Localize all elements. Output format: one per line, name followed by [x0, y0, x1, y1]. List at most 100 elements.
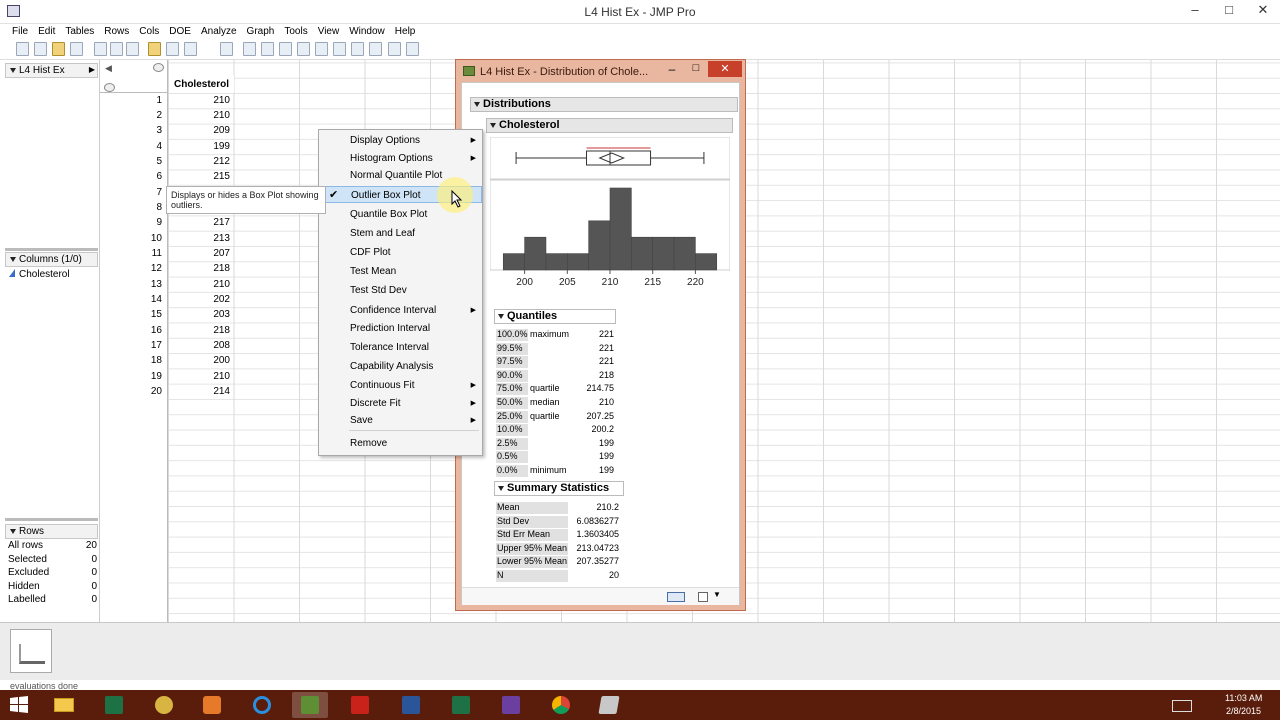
- maximize-button[interactable]: □: [1212, 0, 1246, 22]
- paste-icon[interactable]: [126, 42, 139, 56]
- row-number[interactable]: 12: [151, 263, 162, 274]
- clock-time[interactable]: 11:03 AM: [1225, 693, 1262, 703]
- row-number[interactable]: 7: [156, 187, 162, 198]
- data-cell[interactable]: 218: [213, 263, 230, 274]
- journal-icon[interactable]: [148, 42, 161, 56]
- table-menu-arrow-icon[interactable]: ▶: [89, 65, 95, 74]
- data-cell[interactable]: 210: [213, 95, 230, 106]
- word-icon[interactable]: [393, 692, 429, 718]
- row-number[interactable]: 8: [156, 202, 162, 213]
- menu-item-cdf-plot[interactable]: CDF Plot: [319, 244, 482, 261]
- menu-item-test-mean[interactable]: Test Mean: [319, 263, 482, 280]
- app-icon[interactable]: [591, 692, 627, 718]
- disclosure-icon[interactable]: [10, 67, 16, 73]
- row-number[interactable]: 17: [151, 340, 162, 351]
- dropdown-arrow-icon[interactable]: ▼: [713, 590, 721, 599]
- collapse-left-icon[interactable]: ◀: [105, 63, 112, 74]
- menu-edit[interactable]: Edit: [33, 24, 60, 37]
- row-number[interactable]: 14: [151, 294, 162, 305]
- acrobat-icon[interactable]: [342, 692, 378, 718]
- menu-analyze[interactable]: Analyze: [196, 24, 242, 37]
- tabulate-icon[interactable]: [351, 42, 364, 56]
- disclosure-icon[interactable]: [498, 485, 504, 491]
- column-header-cholesterol[interactable]: Cholesterol: [169, 76, 234, 93]
- data-table-icon[interactable]: [220, 42, 233, 56]
- data-cell[interactable]: 203: [213, 309, 230, 320]
- red-triangle-icon[interactable]: [490, 122, 496, 128]
- data-cell[interactable]: 200: [213, 355, 230, 366]
- close-button[interactable]: ✕: [1246, 0, 1280, 22]
- data-cell[interactable]: 208: [213, 340, 230, 351]
- menu-doe[interactable]: DOE: [164, 24, 196, 37]
- row-number[interactable]: 15: [151, 309, 162, 320]
- row-number[interactable]: 4: [156, 141, 162, 152]
- row-disclosure-icon[interactable]: [104, 83, 115, 92]
- rows-info-item[interactable]: Selected 0: [0, 554, 100, 568]
- row-number[interactable]: 2: [156, 110, 162, 121]
- menu-item-capability-analysis[interactable]: Capability Analysis: [319, 358, 482, 375]
- rows-info-item[interactable]: Excluded 0: [0, 567, 100, 581]
- data-cell[interactable]: 214: [213, 386, 230, 397]
- distribution-thumbnail[interactable]: [10, 629, 52, 673]
- disclosure-icon[interactable]: [498, 313, 504, 319]
- selection-mode-icon[interactable]: [698, 592, 708, 602]
- menu-cols[interactable]: Cols: [134, 24, 164, 37]
- start-icon[interactable]: [8, 694, 30, 716]
- row-number[interactable]: 10: [151, 233, 162, 244]
- control-chart-icon[interactable]: [315, 42, 328, 56]
- data-cell[interactable]: 213: [213, 233, 230, 244]
- row-number[interactable]: 5: [156, 156, 162, 167]
- menu-tools[interactable]: Tools: [279, 24, 312, 37]
- data-cell[interactable]: 218: [213, 325, 230, 336]
- menu-view[interactable]: View: [313, 24, 345, 37]
- data-cell[interactable]: 209: [213, 125, 230, 136]
- rows-info-item[interactable]: Hidden 0: [0, 581, 100, 595]
- app-icon[interactable]: [146, 692, 182, 718]
- menu-item-continuous-fit[interactable]: Continuous Fit ▶: [319, 377, 482, 394]
- menu-item-discrete-fit[interactable]: Discrete Fit ▶: [319, 395, 482, 412]
- minimize-button[interactable]: –: [661, 62, 683, 78]
- rows-info-item[interactable]: All rows 20: [0, 540, 100, 554]
- fit-y-by-x-icon[interactable]: [261, 42, 274, 56]
- menu-item-tolerance-interval[interactable]: Tolerance Interval: [319, 339, 482, 356]
- maximize-button[interactable]: □: [685, 62, 707, 78]
- row-number[interactable]: 18: [151, 355, 162, 366]
- layout-icon[interactable]: [166, 42, 179, 56]
- run-script-icon[interactable]: [184, 42, 197, 56]
- row-number[interactable]: 20: [151, 386, 162, 397]
- menu-item-histogram-options[interactable]: Histogram Options ▶: [319, 150, 482, 167]
- menu-file[interactable]: File: [7, 24, 33, 37]
- summary-statistics-outline[interactable]: Summary Statistics: [494, 481, 624, 496]
- open-icon[interactable]: [52, 42, 65, 56]
- row-number[interactable]: 19: [151, 371, 162, 382]
- chrome-icon[interactable]: [543, 692, 579, 718]
- cholesterol-outline[interactable]: Cholesterol: [486, 118, 733, 133]
- copy-icon[interactable]: [110, 42, 123, 56]
- menu-item-remove[interactable]: Remove: [319, 435, 482, 452]
- arrange-icon[interactable]: [406, 42, 419, 56]
- menu-item-test-std-dev[interactable]: Test Std Dev: [319, 282, 482, 299]
- save-icon[interactable]: [70, 42, 83, 56]
- new-script-icon[interactable]: [34, 42, 47, 56]
- data-cell[interactable]: 210: [213, 279, 230, 290]
- row-number[interactable]: 3: [156, 125, 162, 136]
- minimize-button[interactable]: –: [1178, 0, 1212, 22]
- menu-graph[interactable]: Graph: [242, 24, 280, 37]
- row-number[interactable]: 11: [152, 248, 162, 259]
- show-hidden-icons-icon[interactable]: ▲: [1222, 680, 1231, 690]
- row-number[interactable]: 13: [151, 279, 162, 290]
- variability-icon[interactable]: [333, 42, 346, 56]
- data-cell[interactable]: 199: [213, 141, 230, 152]
- menu-item-stem-and-leaf[interactable]: Stem and Leaf: [319, 225, 482, 242]
- menu-item-prediction-interval[interactable]: Prediction Interval: [319, 320, 482, 337]
- window-list-icon[interactable]: [388, 42, 401, 56]
- teams-icon[interactable]: [493, 692, 529, 718]
- column-disclosure-icon[interactable]: [153, 63, 164, 72]
- quantiles-outline[interactable]: Quantiles: [494, 309, 616, 324]
- table-panel-header[interactable]: L4 Hist Ex ▶: [5, 63, 98, 78]
- close-button[interactable]: ✕: [708, 61, 742, 77]
- panel-divider[interactable]: [5, 518, 98, 521]
- excel-icon[interactable]: [443, 692, 479, 718]
- distribution-icon[interactable]: [243, 42, 256, 56]
- menu-rows[interactable]: Rows: [99, 24, 134, 37]
